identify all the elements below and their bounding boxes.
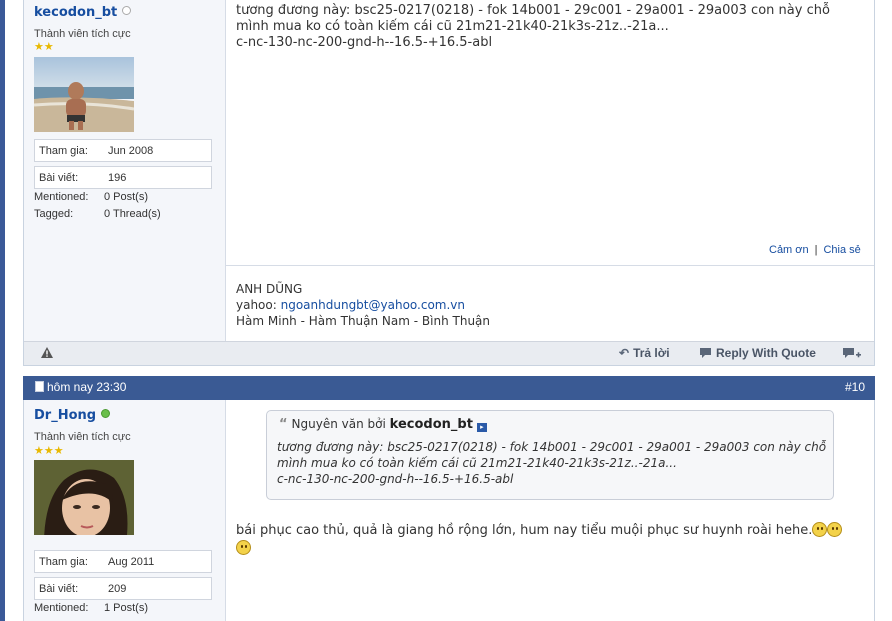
smiley-icon [236, 540, 251, 555]
rank-stars-icon: ★★★ [34, 444, 64, 457]
user-title: Thành viên tích cực [34, 28, 131, 40]
stat-join-date: Tham gia: Aug 2011 [34, 550, 212, 573]
reply-label: Trả lời [633, 346, 670, 360]
stat-label: Mentioned: [34, 191, 89, 203]
message-line: c-nc-130-nc-200-gnd-h--16.5-+16.5-abl [236, 35, 493, 50]
offline-status-icon [122, 6, 132, 15]
user-avatar[interactable] [34, 460, 134, 535]
stat-value: Aug 2011 [108, 556, 155, 568]
share-link[interactable]: Chia sẻ [823, 244, 860, 256]
stat-label: Bài viết: [39, 583, 79, 595]
quote-prefix: Nguyên văn bởi [291, 417, 386, 431]
username-link[interactable]: Dr_Hong [34, 408, 111, 423]
stat-mentioned: Mentioned: 0 Post(s) [34, 191, 214, 203]
quote-block: “Nguyên văn bởi kecodon_bt ▸ tương đương … [266, 410, 834, 500]
document-icon [35, 381, 44, 392]
post-1-userinfo: kecodon_bt Thành viên tích cực ★★ Tham g… [24, 0, 226, 341]
thanks-link[interactable]: Cảm ơn [769, 244, 809, 256]
quote-line: c-nc-130-nc-200-gnd-h--16.5-+16.5-abl [277, 472, 514, 486]
username-text: Dr_Hong [34, 408, 97, 423]
stat-value: Jun 2008 [108, 145, 154, 157]
reply-button[interactable]: ↶ Trả lời [619, 346, 670, 360]
post-number-link[interactable]: #10 [845, 380, 865, 394]
mentioned-link[interactable]: 0 Post(s) [104, 191, 148, 203]
reply-with-quote-button[interactable]: Reply With Quote [699, 346, 816, 360]
post-date-text: hôm nay 23:30 [47, 380, 127, 394]
rank-stars-icon: ★★ [34, 40, 54, 53]
username-link[interactable]: kecodon_bt [34, 5, 132, 20]
username-text: kecodon_bt [34, 5, 118, 20]
post-2-message: bái phục cao thủ, quả là giang hồ rộng l… [236, 522, 866, 558]
signature-label: yahoo: [236, 298, 281, 312]
smiley-icon [827, 522, 843, 537]
signature-name: ANH DŨNG [236, 282, 303, 296]
quote-line: mình mua ko có toàn kiếm cái cũ 21m21-21… [277, 456, 677, 470]
reply-with-quote-label: Reply With Quote [716, 346, 816, 360]
stat-mentioned: Mentioned: 1 Post(s) [34, 602, 214, 614]
stat-join-date: Tham gia: Jun 2008 [34, 139, 212, 162]
post-2: Dr_Hong Thành viên tích cực ★★★ Tham gia… [23, 400, 875, 621]
stat-label: Bài viết: [39, 172, 79, 184]
multiquote-plus-icon[interactable] [842, 347, 862, 364]
online-status-icon [101, 409, 111, 418]
message-line: tương đương này: bsc25-0217(0218) - fok … [236, 3, 830, 18]
stat-value: 209 [108, 583, 127, 595]
post-1-social-actions: Cảm ơn | Chia sẻ [769, 244, 861, 256]
post-1-message: tương đương này: bsc25-0217(0218) - fok … [236, 3, 830, 51]
post-1: kecodon_bt Thành viên tích cực ★★ Tham g… [23, 0, 875, 366]
reply-arrow-icon: ↶ [619, 346, 630, 360]
stat-label: Tham gia: [39, 145, 88, 157]
quote-marks-icon: “ [279, 417, 288, 432]
signature-contact: yahoo: ngoanhdungbt@yahoo.com.vn [236, 298, 465, 312]
beach-photo-avatar [34, 57, 134, 132]
stat-label: Mentioned: [34, 602, 89, 614]
user-avatar[interactable] [34, 57, 134, 132]
stat-label: Tagged: [34, 208, 74, 220]
post-1-footer: ↶ Trả lời Reply With Quote [24, 341, 874, 365]
warning-icon[interactable] [40, 346, 54, 362]
smiley-icon [812, 522, 828, 537]
message-text: bái phục cao thủ, quả là giang hồ rộng l… [236, 523, 813, 538]
quote-body: tương đương này: bsc25-0217(0218) - fok … [277, 439, 826, 487]
user-title: Thành viên tích cực [34, 431, 131, 443]
page-left-border [0, 0, 5, 621]
stat-value: 196 [108, 172, 127, 184]
signature-location: Hàm Minh - Hàm Thuận Nam - Bình Thuận [236, 314, 491, 328]
tagged-link[interactable]: 0 Thread(s) [104, 208, 161, 220]
message-line: mình mua ko có toàn kiếm cái cũ 21m21-21… [236, 19, 669, 34]
quote-header: “Nguyên văn bởi kecodon_bt ▸ [279, 417, 487, 432]
stat-post-count: Bài viết: 196 [34, 166, 212, 189]
signature-email-link[interactable]: ngoanhdungbt@yahoo.com.vn [281, 298, 465, 312]
post-date: hôm nay 23:30 [35, 380, 126, 394]
signature-divider [226, 265, 874, 266]
post-2-header: hôm nay 23:30 #10 [23, 376, 875, 400]
portrait-photo-avatar [34, 460, 134, 535]
post-2-userinfo: Dr_Hong Thành viên tích cực ★★★ Tham gia… [24, 400, 226, 621]
view-post-arrow-icon[interactable]: ▸ [476, 423, 487, 432]
stat-post-count: Bài viết: 209 [34, 577, 212, 600]
stat-tagged: Tagged: 0 Thread(s) [34, 208, 214, 220]
separator: | [814, 244, 818, 256]
quote-line: tương đương này: bsc25-0217(0218) - fok … [277, 440, 827, 454]
quote-bubble-icon [699, 346, 712, 360]
quote-author: kecodon_bt [389, 417, 473, 432]
stat-label: Tham gia: [39, 556, 88, 568]
mentioned-link[interactable]: 1 Post(s) [104, 602, 148, 614]
